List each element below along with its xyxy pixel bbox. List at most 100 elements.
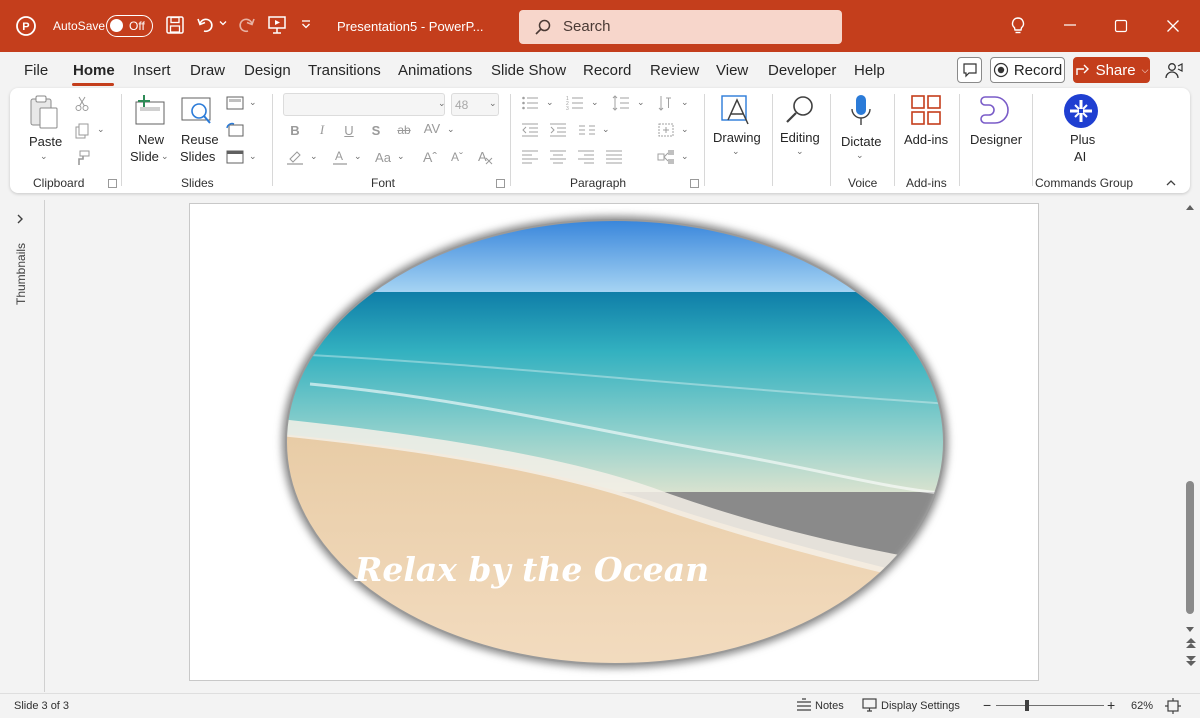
numbering-icon[interactable]: 123 bbox=[564, 92, 586, 114]
clipboard-launcher-icon[interactable] bbox=[108, 179, 117, 188]
new-slide-dropdown-icon[interactable]: ⌄ bbox=[161, 151, 169, 162]
font-launcher-icon[interactable] bbox=[496, 179, 505, 188]
notes-icon[interactable] bbox=[796, 698, 812, 715]
plus-ai-label-2[interactable]: AI bbox=[1074, 149, 1086, 165]
change-case-icon[interactable]: Aa bbox=[372, 146, 394, 168]
vertical-scrollbar[interactable] bbox=[1184, 196, 1198, 672]
tab-file[interactable]: File bbox=[24, 62, 48, 79]
text-direction-dropdown-icon[interactable]: ⌄ bbox=[681, 97, 689, 108]
align-right-icon[interactable] bbox=[575, 146, 597, 168]
text-shadow-icon[interactable]: S bbox=[365, 119, 387, 141]
tab-help[interactable]: Help bbox=[854, 62, 885, 79]
maximize-icon[interactable] bbox=[1114, 19, 1128, 33]
tab-design[interactable]: Design bbox=[244, 62, 291, 79]
smartart-dropdown-icon[interactable]: ⌄ bbox=[681, 151, 689, 162]
share-button[interactable]: Share ⌵ bbox=[1073, 57, 1150, 83]
decrease-font-size-icon[interactable]: Aˇ bbox=[446, 146, 468, 168]
character-spacing-icon[interactable]: AV bbox=[421, 117, 443, 139]
section-dropdown-icon[interactable]: ⌄ bbox=[249, 151, 257, 162]
text-direction-icon[interactable] bbox=[655, 92, 677, 114]
columns-icon[interactable] bbox=[576, 119, 598, 141]
align-text-dropdown-icon[interactable]: ⌄ bbox=[681, 124, 689, 135]
add-ins-icon[interactable] bbox=[910, 94, 942, 131]
editing-icon[interactable] bbox=[784, 94, 816, 131]
bullets-icon[interactable] bbox=[519, 92, 541, 114]
zoom-out-icon[interactable]: − bbox=[983, 697, 991, 713]
line-spacing-dropdown-icon[interactable]: ⌄ bbox=[637, 97, 645, 108]
redo-icon[interactable] bbox=[236, 15, 256, 35]
font-name-dropdown[interactable]: ⌄ bbox=[283, 93, 446, 116]
scrollbar-thumb[interactable] bbox=[1186, 481, 1194, 614]
format-painter-icon[interactable] bbox=[71, 147, 93, 169]
paragraph-launcher-icon[interactable] bbox=[690, 179, 699, 188]
reset-icon[interactable] bbox=[224, 119, 246, 141]
reuse-slides-label-2[interactable]: Slides bbox=[180, 149, 215, 165]
paste-icon[interactable] bbox=[28, 94, 60, 135]
tab-insert[interactable]: Insert bbox=[133, 62, 171, 79]
search-input[interactable]: Search bbox=[519, 10, 842, 44]
autosave-toggle[interactable]: Off bbox=[106, 15, 153, 37]
tab-transitions[interactable]: Transitions bbox=[308, 62, 381, 79]
collapse-ribbon-icon[interactable] bbox=[1165, 176, 1177, 194]
tab-review[interactable]: Review bbox=[650, 62, 699, 79]
plus-ai-icon[interactable] bbox=[1063, 93, 1099, 134]
plus-ai-label-1[interactable]: Plus bbox=[1070, 132, 1095, 148]
tab-draw[interactable]: Draw bbox=[190, 62, 225, 79]
tab-developer[interactable]: Developer bbox=[768, 62, 836, 79]
justify-icon[interactable] bbox=[603, 146, 625, 168]
zoom-slider-track[interactable] bbox=[996, 700, 1104, 711]
drawing-label[interactable]: Drawing bbox=[713, 130, 761, 146]
font-color-dropdown-icon[interactable]: ⌄ bbox=[354, 151, 362, 162]
customize-toolbar-icon[interactable] bbox=[300, 19, 312, 31]
font-size-dropdown[interactable]: 48 ⌄ bbox=[451, 93, 499, 116]
notes-button[interactable]: Notes bbox=[815, 700, 844, 712]
paste-label[interactable]: Paste bbox=[29, 134, 62, 150]
clear-formatting-icon[interactable]: A bbox=[474, 146, 496, 168]
fit-slide-icon[interactable] bbox=[1165, 698, 1181, 717]
new-slide-label-1[interactable]: New bbox=[138, 132, 164, 148]
columns-dropdown-icon[interactable]: ⌄ bbox=[602, 124, 610, 135]
close-icon[interactable] bbox=[1166, 19, 1180, 33]
tab-record[interactable]: Record bbox=[583, 62, 631, 79]
expand-thumbnails-icon[interactable] bbox=[14, 212, 26, 230]
zoom-level[interactable]: 62% bbox=[1131, 700, 1153, 712]
smartart-icon[interactable] bbox=[655, 146, 677, 168]
increase-indent-icon[interactable] bbox=[547, 119, 569, 141]
presenter-icon[interactable] bbox=[1164, 62, 1184, 80]
beach-image[interactable]: Relax by the Ocean bbox=[190, 204, 1040, 682]
save-icon[interactable] bbox=[165, 15, 185, 35]
tab-slide-show[interactable]: Slide Show bbox=[491, 62, 566, 79]
scroll-up-icon[interactable] bbox=[1185, 198, 1195, 216]
display-settings-icon[interactable] bbox=[862, 698, 878, 715]
display-settings-button[interactable]: Display Settings bbox=[881, 700, 960, 712]
align-left-icon[interactable] bbox=[519, 146, 541, 168]
strikethrough-icon[interactable]: ab bbox=[393, 119, 415, 141]
designer-icon[interactable] bbox=[979, 94, 1011, 131]
tab-home[interactable]: Home bbox=[73, 62, 115, 79]
editing-label[interactable]: Editing bbox=[780, 130, 820, 146]
section-icon[interactable] bbox=[224, 146, 246, 168]
new-slide-icon[interactable] bbox=[134, 94, 168, 131]
increase-font-size-icon[interactable]: Aˆ bbox=[419, 146, 441, 168]
reuse-slides-label-1[interactable]: Reuse bbox=[181, 132, 219, 148]
undo-dropdown-icon[interactable] bbox=[218, 18, 228, 28]
copy-dropdown-icon[interactable]: ⌄ bbox=[97, 124, 105, 135]
undo-icon[interactable] bbox=[196, 15, 216, 35]
thumbnails-label[interactable]: Thumbnails bbox=[14, 243, 28, 305]
paste-dropdown-icon[interactable]: ⌄ bbox=[40, 151, 48, 162]
record-button[interactable]: Record bbox=[990, 57, 1065, 83]
character-spacing-dropdown-icon[interactable]: ⌄ bbox=[447, 124, 455, 135]
slide-canvas[interactable]: Relax by the Ocean bbox=[189, 203, 1039, 681]
dictate-label[interactable]: Dictate bbox=[841, 134, 881, 150]
new-slide-label-2[interactable]: Slide bbox=[130, 149, 159, 165]
tab-animations[interactable]: Animations bbox=[398, 62, 472, 79]
highlight-icon[interactable] bbox=[284, 146, 306, 168]
align-center-icon[interactable] bbox=[547, 146, 569, 168]
minimize-icon[interactable] bbox=[1063, 18, 1077, 32]
align-text-icon[interactable] bbox=[655, 119, 677, 141]
add-ins-label[interactable]: Add-ins bbox=[904, 132, 948, 148]
bullets-dropdown-icon[interactable]: ⌄ bbox=[546, 97, 554, 108]
decrease-indent-icon[interactable] bbox=[519, 119, 541, 141]
reuse-slides-icon[interactable] bbox=[180, 94, 214, 131]
editing-dropdown-icon[interactable]: ⌄ bbox=[796, 146, 804, 157]
